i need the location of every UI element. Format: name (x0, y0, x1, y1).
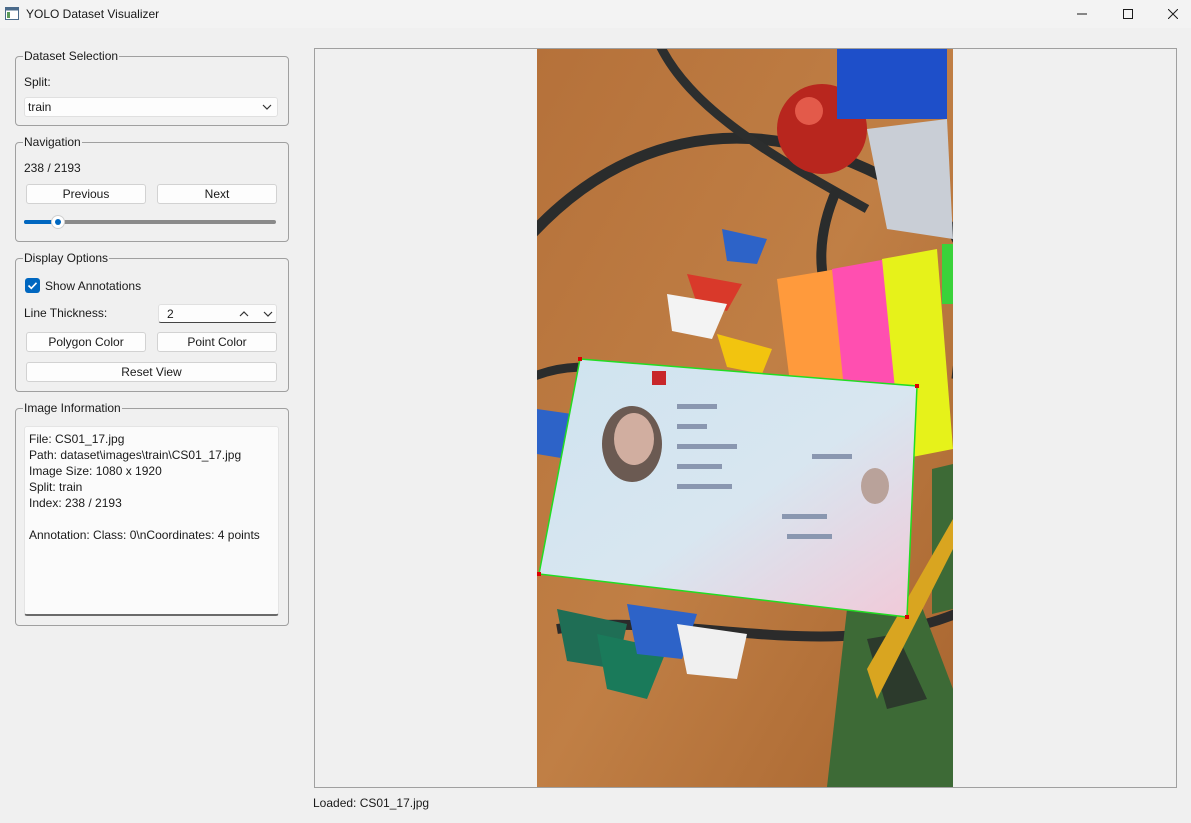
next-button[interactable]: Next (157, 184, 277, 204)
chevron-up-icon[interactable] (238, 309, 250, 319)
line-thickness-value: 2 (167, 307, 174, 321)
show-annotations-checkbox[interactable] (25, 278, 40, 293)
polygon-color-button[interactable]: Polygon Color (26, 332, 146, 352)
info-annotation: Annotation: Class: 0\nCoordinates: 4 poi… (29, 528, 260, 542)
info-split: Split: train (29, 480, 83, 494)
minimize-button[interactable] (1059, 0, 1105, 28)
display-options-title: Display Options (23, 251, 110, 265)
point-color-button[interactable]: Point Color (157, 332, 277, 352)
image-information-title: Image Information (23, 401, 122, 415)
chevron-down-icon (262, 104, 272, 110)
image-index-slider[interactable] (24, 214, 276, 230)
info-image-size: Image Size: 1080 x 1920 (29, 464, 162, 478)
close-button[interactable] (1150, 0, 1191, 28)
close-icon (1168, 9, 1178, 19)
navigation-title: Navigation (23, 135, 82, 149)
info-index: Index: 238 / 2193 (29, 496, 122, 510)
dataset-selection-title: Dataset Selection (23, 49, 120, 63)
split-select-value: train (28, 100, 52, 114)
maximize-button[interactable] (1105, 0, 1151, 28)
info-blank (29, 511, 278, 527)
line-thickness-label: Line Thickness: (24, 306, 108, 320)
show-annotations-label: Show Annotations (45, 279, 142, 293)
split-select[interactable]: train (24, 97, 278, 117)
image-info-textbox[interactable]: File: CS01_17.jpg Path: dataset\images\t… (24, 426, 279, 616)
app-window-icon (5, 7, 19, 20)
status-text: Loaded: CS01_17.jpg (313, 796, 430, 810)
title-bar: YOLO Dataset Visualizer (0, 0, 1191, 28)
info-file: File: CS01_17.jpg (29, 432, 125, 446)
navigation-position: 238 / 2193 (24, 161, 81, 175)
minimize-icon (1077, 13, 1087, 15)
previous-button[interactable]: Previous (26, 184, 146, 204)
dataset-image[interactable] (537, 49, 953, 787)
checkmark-icon (27, 282, 38, 290)
info-path: Path: dataset\images\train\CS01_17.jpg (29, 448, 242, 462)
split-label: Split: (24, 75, 51, 89)
line-thickness-spinbox[interactable]: 2 (158, 304, 277, 323)
dataset-photo (537, 49, 953, 787)
reset-view-button[interactable]: Reset View (26, 362, 277, 382)
window-title: YOLO Dataset Visualizer (26, 7, 160, 21)
slider-thumb[interactable] (51, 215, 65, 229)
chevron-down-icon[interactable] (262, 309, 274, 319)
maximize-icon (1123, 9, 1133, 19)
